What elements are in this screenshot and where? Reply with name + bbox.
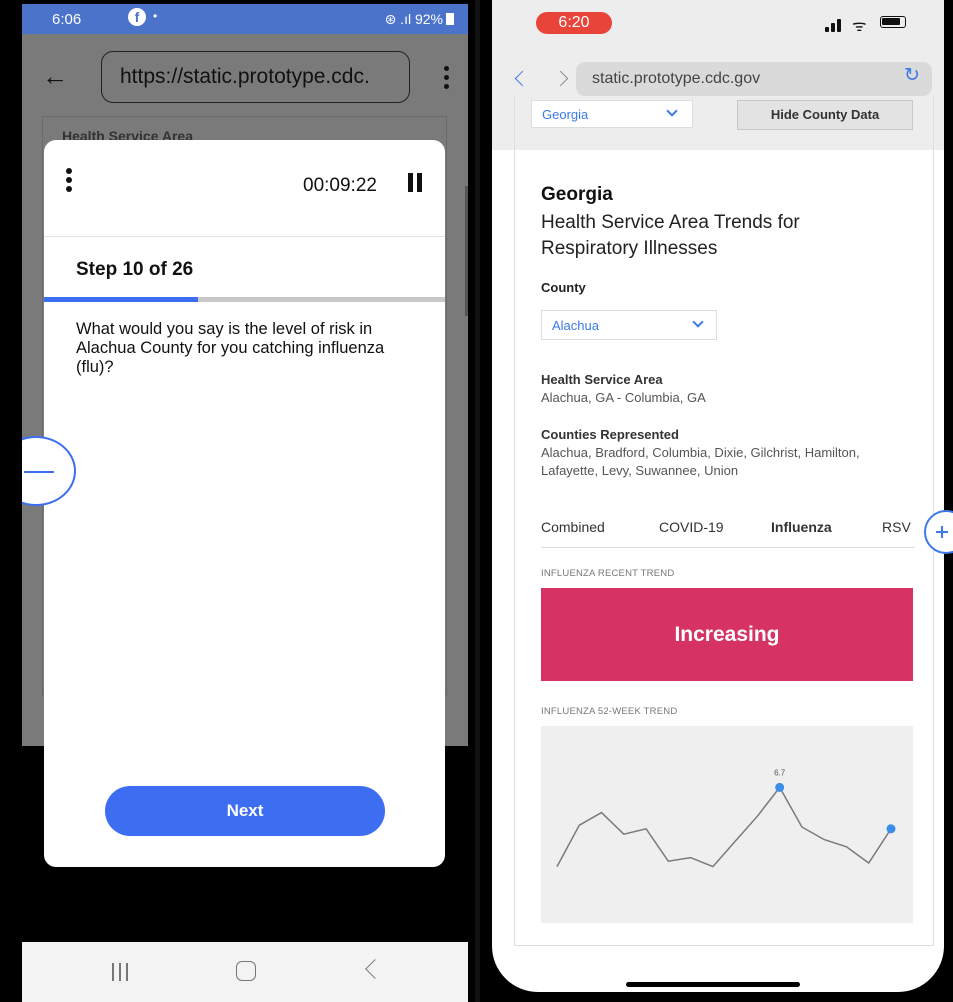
trend-point-marker[interactable] [775, 782, 785, 792]
week52-caption: INFLUENZA 52-WEEK TREND [541, 706, 678, 717]
recent-apps-icon[interactable] [112, 963, 130, 981]
signal-icon [825, 16, 845, 32]
wifi-signal-icon: ⊛ .ıl [384, 11, 412, 27]
state-title: Georgia [541, 184, 613, 205]
url-field[interactable]: https://static.prototype.cdc. [101, 51, 410, 103]
page-content: Georgia Hide County Data Georgia Health … [514, 96, 934, 946]
hide-county-data-button[interactable]: Hide County Data [737, 100, 913, 130]
recent-trend-status: Increasing [541, 588, 913, 681]
facebook-icon: f [128, 8, 146, 26]
tab-rsv[interactable]: RSV [882, 519, 911, 535]
iphone: 6:20 ᯤ static.prototype.cdc.gov ↻ Georgi… [480, 0, 953, 1002]
hsa-value: Alachua, GA - Columbia, GA [541, 390, 706, 405]
modal-divider [44, 236, 445, 237]
step-progress-bar [44, 297, 445, 302]
tab-combined[interactable]: Combined [541, 519, 605, 535]
url-field[interactable]: static.prototype.cdc.gov [576, 62, 932, 96]
chevron-down-icon [666, 105, 678, 117]
county-label: County [541, 280, 586, 295]
task-question: What would you say is the level of risk … [76, 320, 385, 376]
step-counter: Step 10 of 26 [76, 259, 194, 280]
chevron-down-icon [692, 316, 704, 328]
trend-point-marker[interactable] [886, 824, 896, 834]
tab-covid-19[interactable]: COVID-19 [659, 519, 724, 535]
reload-icon[interactable]: ↻ [904, 64, 920, 87]
county-select-value: Alachua [552, 318, 599, 333]
modal-menu-icon[interactable] [66, 168, 72, 195]
wifi-icon: ᯤ [852, 18, 867, 35]
home-indicator [626, 982, 800, 987]
week52-trend-chart: 6.7 [541, 726, 913, 923]
battery-icon [446, 13, 454, 25]
trend-chart-svg: 6.7 [556, 768, 896, 868]
notification-dot: • [153, 9, 158, 23]
screenshot-stage: 6:06 f • ⊛ .ıl 92% ← https://static.prot… [0, 0, 953, 1002]
battery-icon [880, 16, 906, 28]
illness-tabs: Combined COVID-19 Influenza RSV [541, 515, 915, 548]
status-right: ⊛ .ıl 92% [385, 11, 454, 28]
next-button[interactable]: Next [105, 786, 385, 836]
home-icon[interactable] [236, 961, 256, 981]
step-progress-fill [44, 297, 199, 302]
status-time-pill: 6:20 [536, 12, 612, 34]
back-arrow-icon[interactable]: ← [42, 63, 68, 89]
iphone-screen: 6:20 ᯤ static.prototype.cdc.gov ↻ Georgi… [492, 0, 944, 992]
nav-back-icon[interactable] [365, 959, 385, 979]
hsa-heading: Health Service Area [541, 372, 663, 387]
county-select[interactable]: Alachua [541, 310, 717, 340]
android-screen: 6:06 f • ⊛ .ıl 92% ← https://static.prot… [22, 4, 468, 1002]
trend-point-label: 6.7 [774, 768, 786, 777]
page-subtitle: Health Service Area Trends for Respirato… [541, 212, 800, 259]
recent-trend-caption: INFLUENZA RECENT TREND [541, 568, 675, 579]
state-select-value: Georgia [542, 107, 589, 122]
battery-percent: 92% [414, 11, 443, 27]
status-time: 6:06 [52, 11, 82, 28]
session-timer: 00:09:22 [303, 175, 377, 196]
state-select[interactable]: Georgia [531, 100, 693, 128]
android-status-bar: 6:06 f • ⊛ .ıl 92% [22, 4, 468, 34]
tab-influenza[interactable]: Influenza [771, 519, 832, 535]
counties-heading: Counties Represented [541, 427, 679, 442]
pause-icon[interactable] [407, 173, 423, 192]
android-phone: 6:06 f • ⊛ .ıl 92% ← https://static.prot… [0, 0, 475, 1002]
minus-icon [24, 471, 54, 473]
study-task-modal: 00:09:22 Step 10 of 26 What would you sa… [44, 140, 445, 867]
page-scrollbar[interactable] [465, 186, 468, 316]
trend-line [556, 786, 892, 868]
browser-toolbar: ← https://static.prototype.cdc. [22, 34, 468, 120]
browser-menu-icon[interactable] [444, 66, 450, 93]
counties-value: Alachua, Bradford, Columbia, Dixie, Gilc… [541, 445, 860, 478]
android-nav-bar [22, 942, 468, 1002]
